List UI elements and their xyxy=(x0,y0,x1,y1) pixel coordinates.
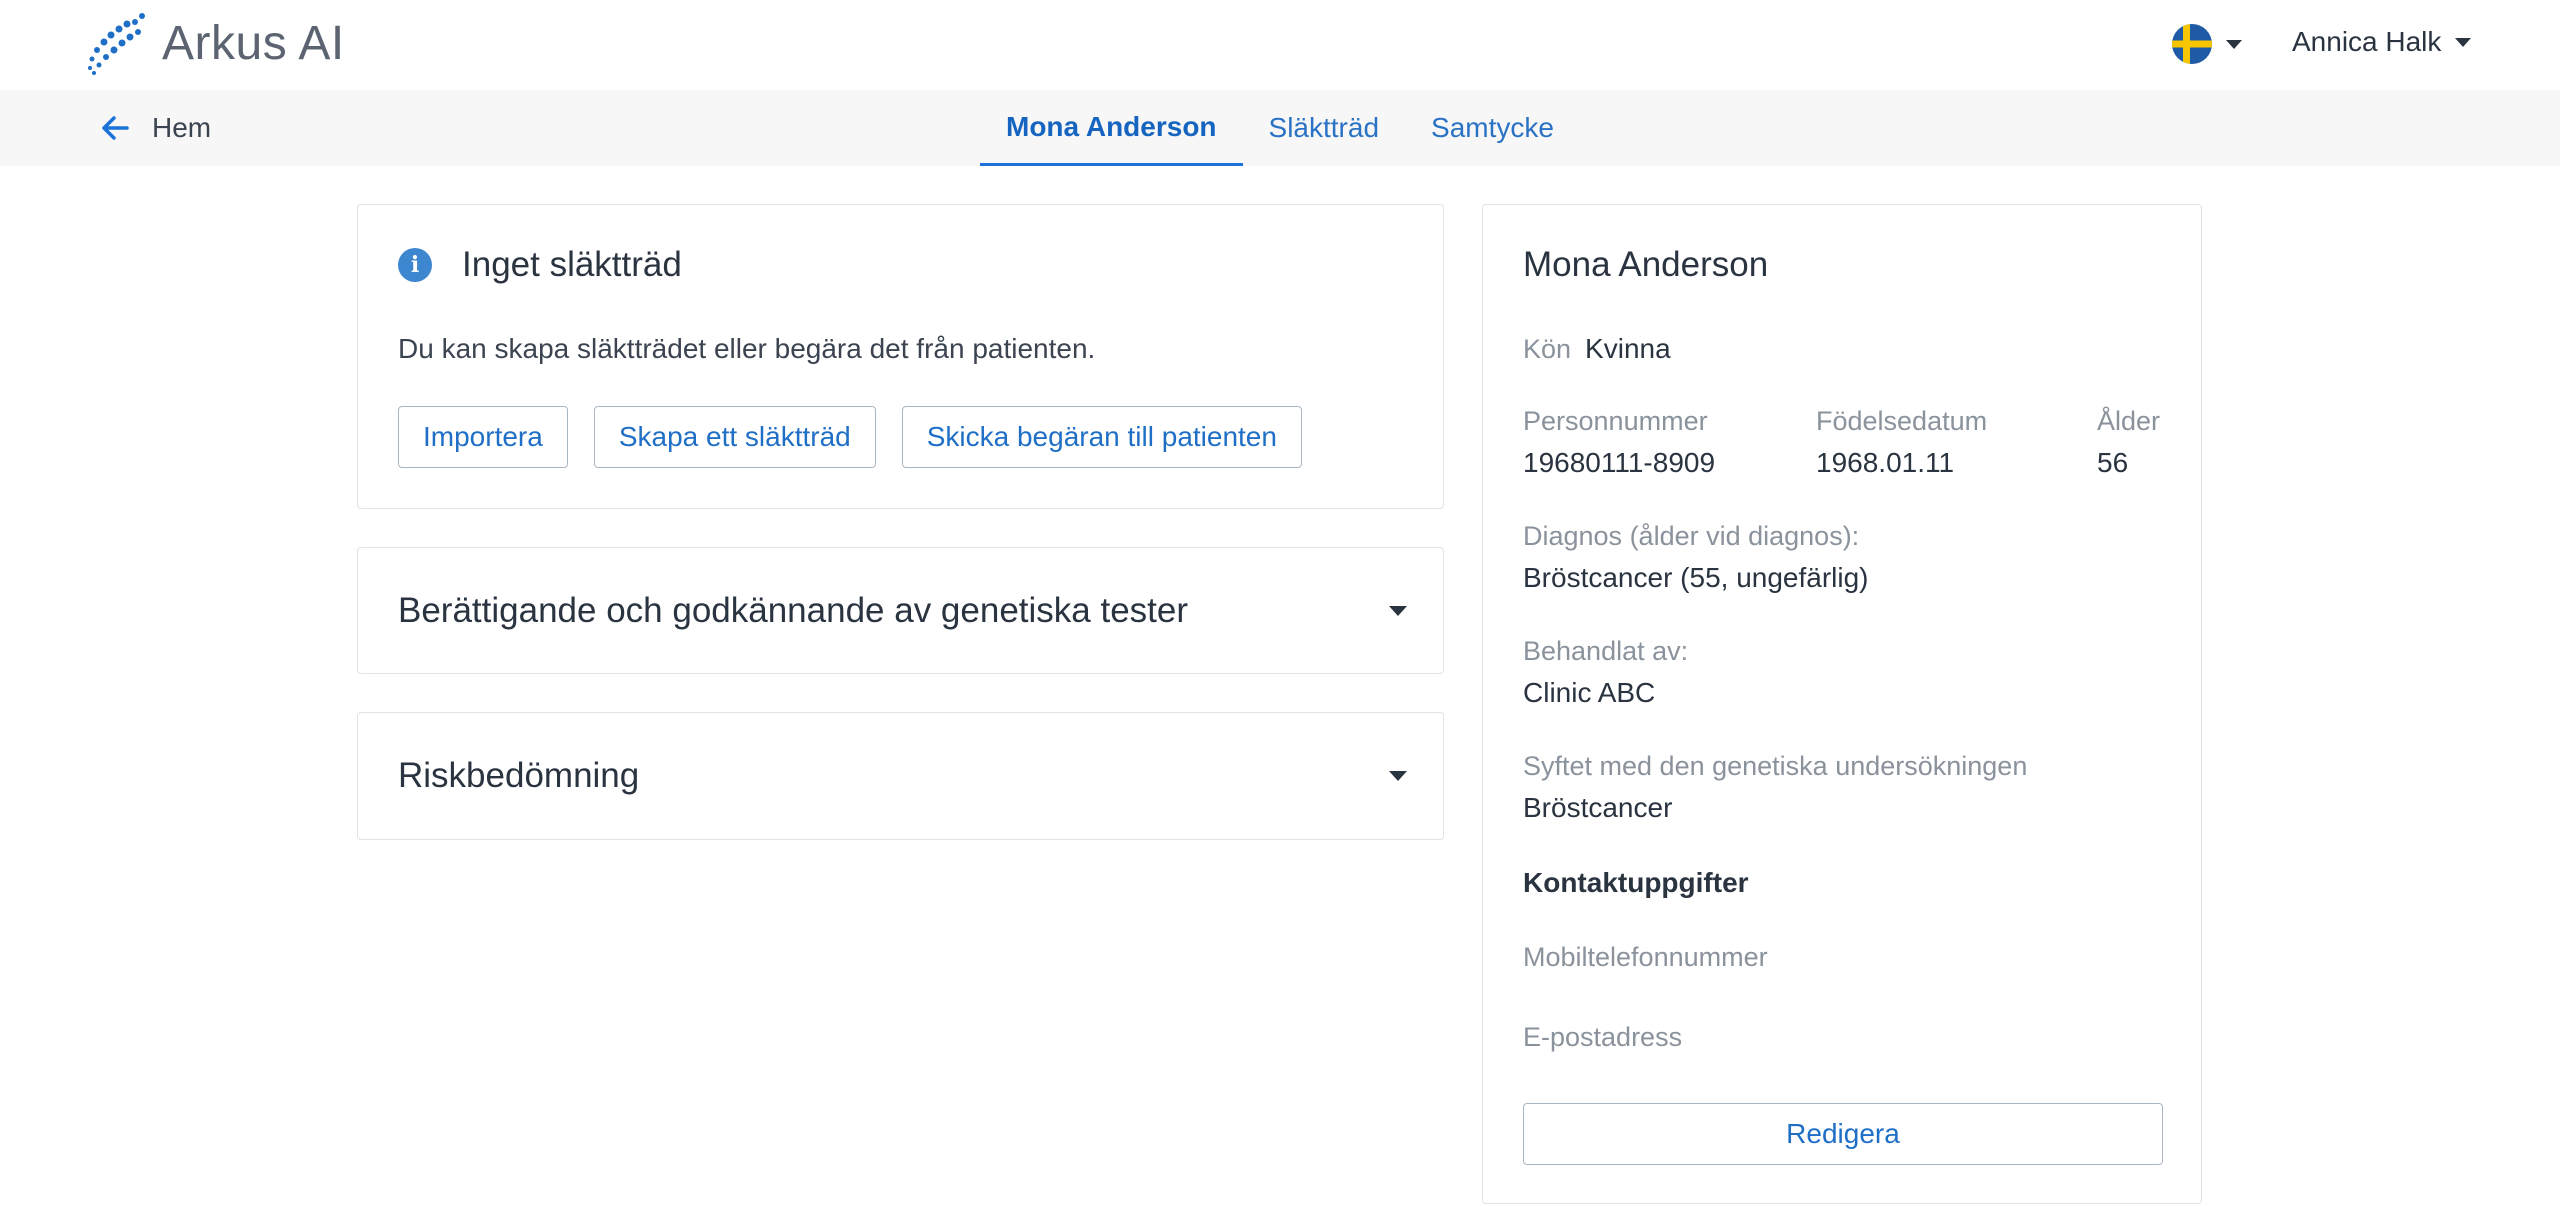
tab-family-tree[interactable]: Släktträd xyxy=(1243,90,1406,166)
gender-label: Kön xyxy=(1523,334,1572,364)
family-tree-header: i Inget släktträd xyxy=(398,245,682,285)
chevron-down-icon xyxy=(2226,39,2242,49)
user-menu[interactable]: Annica Halk xyxy=(2292,26,2472,58)
info-icon: i xyxy=(398,248,432,282)
pnr-label: Personnummer xyxy=(1523,406,1708,436)
tab-consent[interactable]: Samtycke xyxy=(1405,90,1580,166)
patient-info-card: Mona Anderson Kön Kvinna Personnummer 19… xyxy=(1482,204,2202,1204)
sweden-flag-icon xyxy=(2172,24,2212,64)
family-tree-title: Inget släktträd xyxy=(462,245,682,284)
logo[interactable]: Arkus AI xyxy=(86,10,345,76)
age-label: Ålder xyxy=(2097,406,2161,436)
arkus-logo-icon xyxy=(88,13,145,75)
treated-by-value: Clinic ABC xyxy=(1523,677,1656,708)
edit-button[interactable]: Redigera xyxy=(1523,1103,2163,1165)
user-name: Annica Halk xyxy=(2292,26,2442,57)
dob-label: Födelsedatum xyxy=(1816,406,1988,436)
mobile-label: Mobiltelefonnummer xyxy=(1523,942,1768,972)
pnr-value: 19680111-8909 xyxy=(1523,447,1716,478)
tab-bar: Mona Anderson Släktträd Samtycke xyxy=(980,90,1580,166)
back-label: Hem xyxy=(152,112,212,143)
diagnosis-label: Diagnos (ålder vid diagnos): xyxy=(1523,521,1860,551)
family-tree-description: Du kan skapa släktträdet eller begära de… xyxy=(398,333,1096,364)
arrow-left-icon xyxy=(102,116,129,140)
age-value: 56 xyxy=(2097,447,2129,478)
family-tree-actions: Importera Skapa ett släktträd Skicka beg… xyxy=(398,406,1302,468)
purpose-label: Syftet med den genetiska undersökningen xyxy=(1523,751,2028,781)
chevron-down-icon xyxy=(1389,771,1407,781)
create-family-tree-button[interactable]: Skapa ett släktträd xyxy=(593,406,876,468)
eligibility-title: Berättigande och godkännande av genetisk… xyxy=(398,590,1189,630)
tab-patient[interactable]: Mona Anderson xyxy=(980,90,1243,166)
chevron-down-icon xyxy=(2455,37,2472,47)
purpose-value: Bröstcancer xyxy=(1523,792,1673,823)
top-bar: Arkus AI Annica Halk xyxy=(0,0,2560,90)
chevron-down-icon xyxy=(1389,605,1407,616)
diagnosis-value: Bröstcancer (55, ungefärlig) xyxy=(1523,562,1869,593)
nav-bar: Hem Mona Anderson Släktträd Samtycke xyxy=(0,90,2560,166)
family-tree-card: i Inget släktträd Du kan skapa släktträd… xyxy=(357,204,1444,509)
email-label: E-postadress xyxy=(1523,1022,1683,1052)
eligibility-accordion-toggle[interactable]: Berättigande och godkännande av genetisk… xyxy=(398,548,1407,673)
gender-row: Kön Kvinna xyxy=(1523,333,1671,365)
import-button[interactable]: Importera xyxy=(398,406,568,468)
patient-name: Mona Anderson xyxy=(1523,245,1769,284)
gender-value: Kvinna xyxy=(1585,333,1671,364)
app-name: Arkus AI xyxy=(162,16,345,70)
risk-section: Riskbedömning xyxy=(357,712,1444,840)
dob-value: 1968.01.11 xyxy=(1816,447,1955,478)
risk-title: Riskbedömning xyxy=(398,756,640,795)
treated-by-label: Behandlat av: xyxy=(1523,636,1689,666)
send-request-button[interactable]: Skicka begäran till patienten xyxy=(901,406,1302,468)
language-selector[interactable] xyxy=(2172,24,2242,64)
back-link[interactable]: Hem xyxy=(100,90,211,166)
contact-heading: Kontaktuppgifter xyxy=(1523,867,1749,898)
eligibility-section: Berättigande och godkännande av genetisk… xyxy=(357,547,1444,674)
risk-accordion-toggle[interactable]: Riskbedömning xyxy=(398,713,1407,839)
